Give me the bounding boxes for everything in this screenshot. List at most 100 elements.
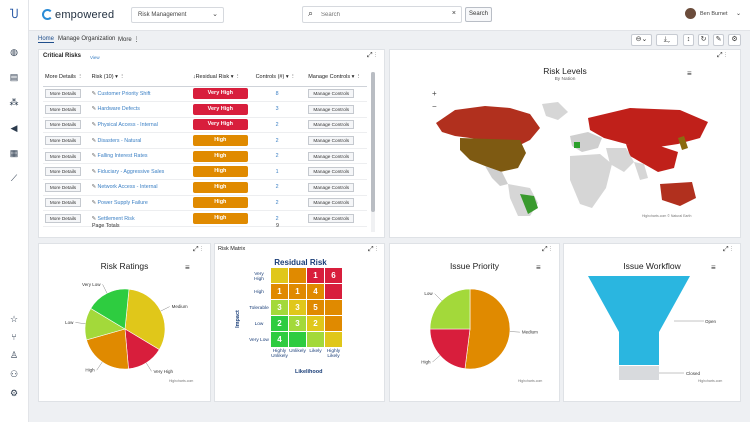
avatar[interactable] — [685, 8, 696, 19]
more-details-button[interactable]: More Details — [45, 198, 81, 208]
controls-count-link[interactable]: 2 — [256, 200, 279, 206]
col-residual-risk[interactable]: ↓Residual Risk ▾ ⋮ — [190, 68, 254, 87]
controls-count-link[interactable]: 2 — [256, 138, 279, 144]
more-details-button[interactable]: More Details — [45, 104, 81, 114]
risk-name-link[interactable]: Network Access - Internal — [98, 184, 158, 190]
search-button[interactable]: Search — [465, 7, 492, 22]
trend-icon[interactable]: ⟋ — [8, 172, 20, 184]
risk-ratings-pie[interactable]: Medium Very High High Low Very Low — [39, 274, 210, 389]
matrix-cell[interactable] — [325, 332, 342, 347]
download-button[interactable]: ⤓⌄ — [656, 34, 678, 46]
matrix-cell[interactable] — [289, 268, 306, 283]
matrix-cell[interactable]: 5 — [307, 300, 324, 315]
funnel-stage-closed[interactable] — [619, 366, 659, 380]
view-mode-button[interactable]: ⊖⌄ — [631, 34, 652, 46]
star-icon[interactable]: ☆ — [8, 313, 20, 325]
network-icon[interactable]: ⁂ — [8, 96, 20, 108]
more-details-button[interactable]: More Details — [45, 167, 81, 177]
manage-controls-button[interactable]: Manage Controls — [308, 198, 355, 208]
matrix-cell[interactable]: 2 — [271, 316, 288, 331]
risk-name-link[interactable]: Falling Interest Rates — [98, 153, 148, 159]
zoom-in-button[interactable]: + — [432, 89, 437, 98]
matrix-cell[interactable] — [325, 316, 342, 331]
app-logo-icon[interactable]: Ⴎ — [8, 9, 20, 21]
manage-controls-button[interactable]: Manage Controls — [308, 182, 355, 192]
org-chart-icon[interactable]: ♙ — [8, 349, 20, 361]
manage-controls-button[interactable]: Manage Controls — [308, 120, 355, 130]
matrix-cell[interactable] — [271, 268, 288, 283]
risk-name-link[interactable]: Power Supply Failure — [98, 200, 148, 206]
edit-icon[interactable]: ✎ — [92, 200, 96, 206]
branch-icon[interactable]: ⑂ — [8, 331, 20, 343]
megaphone-icon[interactable]: ◀ — [8, 122, 20, 134]
map-region-china[interactable] — [626, 144, 678, 172]
tab-more[interactable]: More ⋮ — [118, 36, 139, 43]
card-menu-icons[interactable]: ⤢ ⋮ — [542, 246, 551, 254]
map-region-greenland[interactable] — [542, 102, 568, 120]
more-details-button[interactable]: More Details — [45, 136, 81, 146]
manage-controls-button[interactable]: Manage Controls — [308, 89, 355, 99]
col-risk[interactable]: Risk (10) ▾ ⋮ — [89, 68, 191, 87]
more-details-button[interactable]: More Details — [45, 182, 81, 192]
edit-icon[interactable]: ✎ — [92, 138, 96, 144]
hamburger-icon[interactable]: ≡ — [185, 263, 190, 272]
funnel-stage-open[interactable] — [588, 276, 690, 365]
pie-slice[interactable] — [429, 328, 471, 370]
world-map[interactable] — [430, 98, 710, 216]
controls-count-link[interactable]: 8 — [256, 91, 279, 97]
more-details-button[interactable]: More Details — [45, 120, 81, 130]
edit-icon[interactable]: ✎ — [92, 169, 96, 175]
manage-controls-button[interactable]: Manage Controls — [308, 214, 355, 224]
matrix-cell[interactable] — [325, 284, 342, 299]
controls-count-link[interactable]: 2 — [256, 184, 279, 190]
issue-workflow-funnel[interactable]: Open Closed — [564, 274, 740, 389]
card-menu-icons[interactable]: ⤢ ⋮ — [193, 246, 202, 254]
edit-icon[interactable]: ✎ — [92, 122, 96, 128]
controls-count-link[interactable]: 1 — [256, 169, 279, 175]
matrix-cell[interactable] — [307, 332, 324, 347]
matrix-cell[interactable]: 6 — [325, 268, 342, 283]
matrix-cell[interactable]: 1 — [289, 284, 306, 299]
matrix-cell[interactable]: 3 — [271, 300, 288, 315]
controls-count-link[interactable]: 2 — [256, 216, 279, 222]
view-link[interactable]: View — [90, 55, 100, 60]
issue-priority-pie[interactable]: Medium High Low — [390, 274, 559, 389]
card-menu-icons[interactable]: ⤢ ⋮ — [367, 52, 376, 60]
expand-vertical-button[interactable]: ↕ — [683, 34, 694, 46]
edit-icon[interactable]: ✎ — [92, 216, 96, 222]
map-region-usa[interactable] — [460, 138, 526, 172]
hamburger-icon[interactable]: ≡ — [711, 263, 716, 272]
map-region-western-europe[interactable] — [574, 142, 580, 148]
manage-controls-button[interactable]: Manage Controls — [308, 151, 355, 161]
more-details-button[interactable]: More Details — [45, 151, 81, 161]
edit-button[interactable]: ✎ — [713, 34, 724, 46]
risk-name-link[interactable]: Settlement Risk — [98, 216, 135, 222]
matrix-cell[interactable]: 3 — [289, 300, 306, 315]
manage-controls-button[interactable]: Manage Controls — [308, 104, 355, 114]
search-input[interactable] — [321, 9, 441, 20]
edit-icon[interactable]: ✎ — [92, 91, 96, 97]
controls-count-link[interactable]: 3 — [256, 106, 279, 112]
risk-name-link[interactable]: Hardware Defects — [98, 106, 140, 112]
risk-name-link[interactable]: Physical Access - Internal — [98, 122, 158, 128]
settings-button[interactable]: ⚙ — [728, 34, 741, 46]
risk-name-link[interactable]: Disasters - Natural — [98, 138, 142, 144]
tab-home[interactable]: Home — [38, 36, 55, 43]
edit-icon[interactable]: ✎ — [92, 153, 96, 159]
card-menu-icons[interactable]: ⤢ ⋮ — [717, 52, 726, 60]
matrix-cell[interactable]: 1 — [307, 268, 324, 283]
edit-icon[interactable]: ✎ — [92, 106, 96, 112]
clipboard-icon[interactable]: ▤ — [8, 71, 20, 83]
scope-select[interactable]: Risk Management ⌄ — [131, 7, 224, 23]
hamburger-icon[interactable]: ≡ — [687, 69, 692, 78]
matrix-cell[interactable]: 2 — [307, 316, 324, 331]
matrix-cell[interactable]: 4 — [271, 332, 288, 347]
refresh-button[interactable]: ↻ — [698, 34, 709, 46]
col-controls[interactable]: Controls (#) ▾ ⋮ — [253, 68, 307, 87]
controls-count-link[interactable]: 2 — [256, 153, 279, 159]
matrix-cell[interactable]: 1 — [271, 284, 288, 299]
col-manage-controls[interactable]: Manage Controls ▾ ⋮ — [306, 68, 367, 87]
card-menu-icons[interactable]: ⤢ ⋮ — [368, 246, 377, 254]
matrix-cell[interactable] — [289, 332, 306, 347]
edit-icon[interactable]: ✎ — [92, 184, 96, 190]
